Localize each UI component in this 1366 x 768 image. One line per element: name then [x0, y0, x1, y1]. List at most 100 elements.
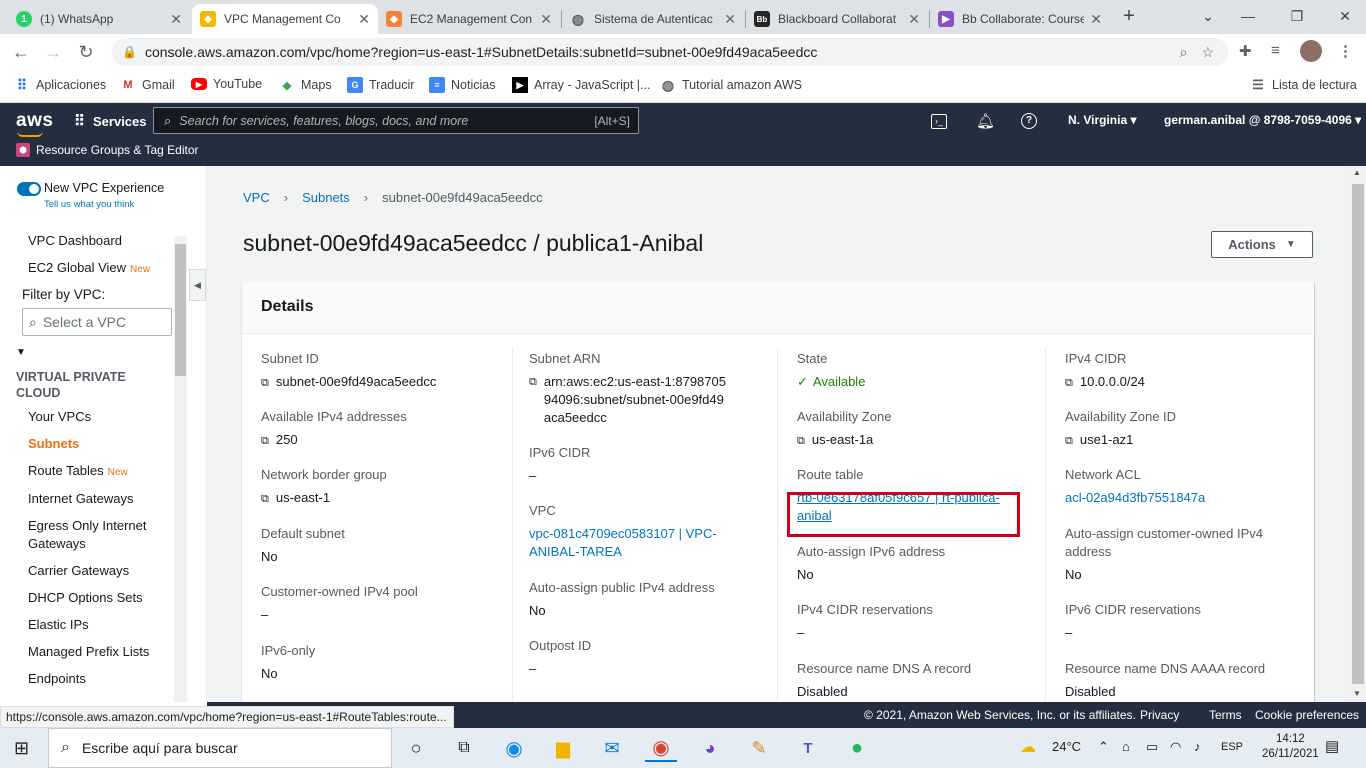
aws-search-input[interactable] [179, 113, 595, 128]
weather-icon[interactable]: ☁ [1020, 737, 1036, 757]
footer-cookie-preferences-link[interactable]: Cookie preferences [1255, 708, 1359, 722]
sidebar-item-managed-prefix-lists[interactable]: Managed Prefix Lists [28, 643, 149, 661]
media-queue-icon[interactable]: ≡ [1271, 42, 1280, 59]
close-icon[interactable]: ✕ [170, 11, 182, 28]
language-indicator[interactable]: ESP [1221, 741, 1243, 753]
sidebar-item-internet-gateways[interactable]: Internet Gateways [28, 490, 134, 508]
sidebar-scrollbar[interactable] [174, 236, 187, 702]
network-acl-link[interactable]: acl-02a94d3fb7551847a [1065, 490, 1205, 505]
vpc-link[interactable]: vpc-081c4709ec0583107 | VPC-ANIBAL-TAREA [529, 526, 717, 559]
address-bar[interactable]: 🔒 console.aws.amazon.com/vpc/home?region… [112, 38, 1228, 66]
scrollbar-thumb[interactable] [175, 244, 186, 376]
aws-logo[interactable]: aws [16, 110, 53, 132]
copy-icon[interactable]: ⧉ [529, 373, 537, 427]
minimize-icon[interactable]: — [1236, 6, 1260, 26]
region-selector[interactable]: N. Virginia ▾ [1068, 113, 1137, 127]
page-scrollbar[interactable]: ▲ ▼ [1350, 166, 1366, 702]
sidebar-item-route-tables[interactable]: Route Tables New [28, 462, 128, 482]
zoom-search-icon[interactable]: ⌕ [1180, 44, 1188, 61]
chrome-icon[interactable]: ◉ [645, 734, 677, 762]
battery-icon[interactable]: ▭ [1146, 739, 1158, 755]
account-menu[interactable]: german.anibal @ 8798-7059-4096 ▾ [1164, 113, 1361, 127]
reload-icon[interactable]: ↻ [73, 40, 99, 64]
bookmark-aplicaciones[interactable]: ⠿ Aplicaciones [14, 77, 106, 93]
bookmark-array-javascript[interactable]: ▶ Array - JavaScript |... [512, 77, 650, 93]
footer-terms-link[interactable]: Terms [1209, 708, 1242, 722]
scrollbar-thumb[interactable] [1352, 184, 1364, 684]
github-icon[interactable]: ◕ [694, 734, 726, 762]
wifi-icon[interactable]: ◠ [1170, 739, 1181, 755]
cortana-icon[interactable]: ○ [400, 734, 432, 762]
help-icon[interactable]: ? [1021, 113, 1037, 129]
tab-search-icon[interactable]: ⌄ [1196, 6, 1220, 26]
collapse-sidebar-button[interactable]: ◀ [189, 269, 206, 301]
new-tab-plus-icon[interactable]: + [1117, 5, 1141, 27]
sidebar-item-vpc-dashboard[interactable]: VPC Dashboard [28, 232, 122, 250]
tab-sistema-autenticacion[interactable]: ◍ Sistema de Autenticac ✕ [562, 4, 744, 34]
tab-bb-collaborate[interactable]: ▶ Bb Collaborate: Course ✕ [930, 4, 1110, 34]
services-menu-button[interactable]: ⠿ Services [74, 112, 147, 130]
sidebar-item-dhcp-options-sets[interactable]: DHCP Options Sets [28, 589, 143, 607]
extensions-puzzle-icon[interactable]: ✚ [1239, 42, 1252, 60]
file-explorer-icon[interactable]: ▆ [547, 734, 579, 762]
feedback-link[interactable]: Tell us what you think [44, 199, 134, 210]
spotify-icon[interactable]: ● [841, 734, 873, 762]
new-vpc-experience-toggle[interactable] [17, 182, 41, 196]
sidebar-item-elastic-ips[interactable]: Elastic IPs [28, 616, 89, 634]
task-view-icon[interactable]: ⧉ [448, 734, 480, 762]
tab-blackboard[interactable]: Bb Blackboard Collaborat ✕ [746, 4, 928, 34]
close-icon[interactable]: ✕ [724, 11, 736, 28]
notifications-bell-icon[interactable]: 🔔︎ [976, 112, 995, 130]
breadcrumb-subnets[interactable]: Subnets [302, 190, 350, 205]
close-window-icon[interactable]: ✕ [1333, 6, 1357, 26]
sidebar-item-carrier-gateways[interactable]: Carrier Gateways [28, 562, 129, 580]
profile-avatar[interactable] [1300, 40, 1322, 62]
sidebar-item-your-vpcs[interactable]: Your VPCs [28, 408, 91, 426]
copy-icon[interactable]: ⧉ [261, 490, 269, 508]
copy-icon[interactable]: ⧉ [1065, 432, 1073, 450]
mail-icon[interactable]: ✉ [596, 734, 628, 762]
bookmark-star-icon[interactable]: ☆ [1201, 44, 1214, 61]
breadcrumb-vpc[interactable]: VPC [243, 190, 270, 205]
taskbar-search-box[interactable]: ⌕ [48, 728, 392, 768]
copy-icon[interactable]: ⧉ [261, 432, 269, 450]
caret-down-icon[interactable]: ▼ [16, 347, 26, 358]
windows-start-icon[interactable]: ⊞ [14, 738, 29, 759]
tab-vpc-management[interactable]: ◆ VPC Management Co ✕ [192, 4, 378, 34]
cloudshell-icon[interactable]: ›_ [931, 114, 947, 129]
url-text[interactable]: console.aws.amazon.com/vpc/home?region=u… [145, 44, 1180, 60]
footer-privacy-link[interactable]: Privacy [1140, 708, 1179, 722]
chevron-up-icon[interactable]: ⌃ [1098, 739, 1109, 755]
close-icon[interactable]: ✕ [908, 11, 920, 28]
paint-icon[interactable]: ✎ [743, 734, 775, 762]
volume-icon[interactable]: ♪ [1194, 739, 1201, 754]
section-heading-vpc[interactable]: VIRTUAL PRIVATE CLOUD [16, 369, 156, 401]
copy-icon[interactable]: ⧉ [1065, 374, 1073, 392]
bookmark-gmail[interactable]: M Gmail [120, 77, 174, 93]
restore-icon[interactable]: ❐ [1285, 6, 1309, 26]
tab-whatsapp[interactable]: 1 (1) WhatsApp ✕ [8, 4, 190, 34]
teams-icon[interactable]: T [792, 734, 824, 762]
bookmark-noticias[interactable]: ≡ Noticias [429, 77, 495, 93]
sidebar-item-subnets[interactable]: Subnets [28, 435, 79, 453]
sidebar-item-ec2-global-view[interactable]: EC2 Global View New [28, 259, 150, 279]
resource-groups-link[interactable]: ⬢ Resource Groups & Tag Editor [16, 143, 199, 157]
close-icon[interactable]: ✕ [358, 11, 370, 28]
usb-device-icon[interactable]: ⌂ [1122, 739, 1130, 754]
reading-list[interactable]: ☰ Lista de lectura [1250, 77, 1357, 93]
weather-temperature[interactable]: 24°C [1052, 739, 1081, 754]
taskbar-search-input[interactable] [81, 740, 391, 756]
copy-icon[interactable]: ⧉ [797, 432, 805, 450]
scroll-up-icon[interactable]: ▲ [1353, 168, 1361, 177]
taskbar-clock[interactable]: 14:12 26/11/2021 [1262, 732, 1319, 762]
scroll-down-icon[interactable]: ▼ [1353, 689, 1361, 698]
close-icon[interactable]: ✕ [1090, 11, 1102, 28]
tab-ec2-management[interactable]: ◆ EC2 Management Con ✕ [378, 4, 560, 34]
bookmark-tutorial-aws[interactable]: ◍ Tutorial amazon AWS [660, 77, 802, 93]
actions-button[interactable]: Actions ▼ [1211, 231, 1313, 258]
sidebar-item-egress-only-internet-gateways[interactable]: Egress Only Internet Gateways [28, 517, 158, 553]
vpc-filter-select[interactable]: ⌕ Select a VPC [22, 308, 172, 336]
close-icon[interactable]: ✕ [540, 11, 552, 28]
menu-kebab-icon[interactable]: ⋮ [1338, 42, 1353, 60]
back-arrow-icon[interactable]: ← [8, 40, 34, 64]
